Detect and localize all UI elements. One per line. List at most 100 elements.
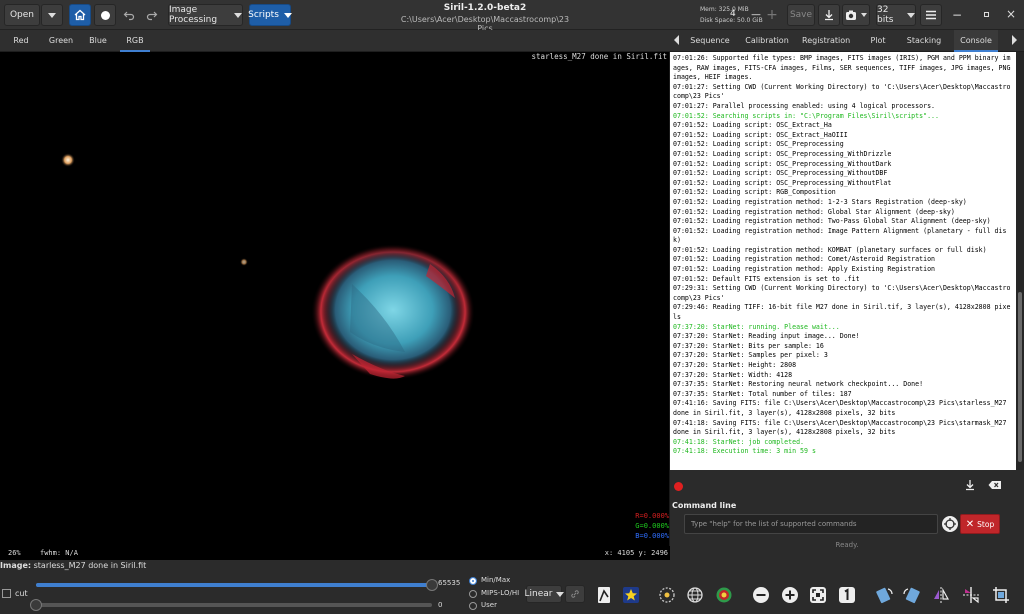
main-menu-button[interactable] <box>920 4 942 26</box>
stretch-label: Linear <box>524 589 553 599</box>
chevron-down-icon <box>555 591 564 597</box>
console-line: 07:37:35: StarNet: Total number of tiles… <box>673 389 852 398</box>
zoom-out-button[interactable] <box>750 584 772 606</box>
high-slider-knob[interactable] <box>426 579 438 591</box>
mode-mips-radio[interactable] <box>469 590 477 598</box>
console-line: 07:01:52: Loading script: OSC_Extract_Ha… <box>673 130 848 139</box>
stat-green: G=0.000% <box>635 522 669 530</box>
mirror-y-button[interactable] <box>960 584 982 606</box>
console-line: 07:01:52: Loading script: OSC_Extract_Ha <box>673 121 832 130</box>
rotate-right-icon <box>903 587 920 604</box>
open-recent-dropdown[interactable] <box>41 4 63 26</box>
rotate-right-button[interactable] <box>901 584 923 606</box>
download-icon <box>825 10 833 21</box>
save-button[interactable]: Save <box>787 4 815 26</box>
annotate-button[interactable] <box>684 584 706 606</box>
zoom-one-button[interactable] <box>836 584 858 606</box>
crop-icon <box>993 587 1009 603</box>
tab-stacking[interactable]: Stacking <box>904 30 944 52</box>
close-icon: ✕ <box>965 518 975 530</box>
tab-calibration[interactable]: Calibration <box>744 30 790 52</box>
image-viewer[interactable]: starless_M27 done in Siril.fit R=0.000% … <box>0 52 670 546</box>
star-color-icon <box>623 587 639 603</box>
console-line: 07:37:20: StarNet: Width: 4128 <box>673 370 793 379</box>
save-as-button[interactable] <box>818 4 840 26</box>
console-line: 07:01:52: Loading script: OSC_Preprocess… <box>673 178 892 187</box>
target-button[interactable] <box>713 584 735 606</box>
minus-icon[interactable]: − <box>748 6 764 24</box>
cut-label: cut <box>15 589 28 598</box>
mode-minmax-label: Min/Max <box>481 576 511 584</box>
console-line: 07:29:31: Setting CWD (Current Working D… <box>673 284 1011 302</box>
minimize-icon[interactable]: − <box>950 8 964 22</box>
nebula-image <box>61 153 475 380</box>
command-help-button[interactable] <box>942 516 958 532</box>
save-log-button[interactable] <box>964 479 976 494</box>
high-slider[interactable] <box>36 579 438 591</box>
scripts-label: Scripts <box>248 10 279 20</box>
link-icon <box>571 590 579 598</box>
fwhm-readout: fwhm: N/A <box>40 549 78 557</box>
tab-registration[interactable]: Registration <box>802 30 850 52</box>
console-scrollbar[interactable] <box>1016 52 1024 470</box>
tab-sequence[interactable]: Sequence <box>690 30 730 52</box>
mode-user-label: User <box>481 601 497 609</box>
crop-button[interactable] <box>990 584 1012 606</box>
console-line: 07:01:52: Loading script: OSC_Preprocess… <box>673 159 892 168</box>
console-line: 07:29:46: Reading TIFF: 16-bit file M27 … <box>673 303 1011 322</box>
scripts-menu[interactable]: Scripts <box>248 4 292 26</box>
tab-green[interactable]: Green <box>44 30 78 52</box>
tab-plot[interactable]: Plot <box>866 30 890 52</box>
image-processing-menu[interactable]: Image Processing <box>168 4 243 26</box>
mirror-x-button[interactable] <box>930 584 952 606</box>
cut-checkbox[interactable] <box>2 589 11 598</box>
mode-minmax-radio[interactable] <box>469 577 477 585</box>
open-label: Open <box>9 10 35 20</box>
open-button[interactable]: Open <box>4 4 40 26</box>
undo-button[interactable] <box>119 4 139 26</box>
negative-view-button[interactable] <box>593 584 615 606</box>
low-slider[interactable] <box>30 599 432 611</box>
log-color-icon[interactable] <box>674 482 683 491</box>
command-input[interactable] <box>684 514 938 534</box>
mode-user-radio[interactable] <box>469 602 477 610</box>
tab-console[interactable]: Console <box>954 30 998 52</box>
home-button[interactable] <box>69 4 91 26</box>
stretch-select[interactable]: Linear <box>524 585 564 603</box>
plus-icon[interactable]: + <box>764 6 780 24</box>
scrollbar-thumb[interactable] <box>1018 292 1022 462</box>
zoom-level: 26% <box>8 549 21 557</box>
threads-value: 4 <box>730 9 736 19</box>
globe-icon <box>687 587 703 603</box>
false-color-button[interactable] <box>620 584 642 606</box>
close-icon[interactable]: × <box>1004 7 1018 21</box>
photometry-button[interactable] <box>656 584 678 606</box>
livestack-button[interactable] <box>94 4 116 26</box>
maximize-icon[interactable] <box>980 8 992 20</box>
snapshot-button[interactable] <box>842 4 870 26</box>
target-icon <box>716 587 732 603</box>
clear-log-button[interactable] <box>988 480 1002 493</box>
stop-button[interactable]: ✕ Stop <box>960 514 1000 534</box>
console-line: 07:37:20: StarNet: Height: 2808 <box>673 361 797 369</box>
scroll-left-icon[interactable] <box>674 35 679 45</box>
console-log[interactable]: 07:01:26: Supported file types: BMP imag… <box>670 52 1016 470</box>
console-line: 07:01:27: Parallel processing enabled: u… <box>673 101 936 110</box>
chevron-down-icon <box>283 12 292 18</box>
tab-red[interactable]: Red <box>6 30 36 52</box>
zoom-in-button[interactable] <box>779 584 801 606</box>
window-title: Siril-1.2.0-beta2 <box>443 3 527 13</box>
console-line: 07:01:52: Loading registration method: I… <box>673 226 1007 245</box>
zoom-fit-button[interactable] <box>807 584 829 606</box>
low-slider-knob[interactable] <box>30 599 42 611</box>
scroll-right-icon[interactable] <box>1012 35 1017 45</box>
redo-button[interactable] <box>142 4 162 26</box>
tab-blue[interactable]: Blue <box>84 30 112 52</box>
console-line: 07:01:52: Loading script: OSC_Preprocess… <box>673 149 892 158</box>
link-button[interactable] <box>565 585 585 603</box>
rotate-left-button[interactable] <box>873 584 895 606</box>
bit-depth-select[interactable]: 32 bits <box>876 4 916 26</box>
console-line: 07:41:16: Saving FITS: file C:\Users\Ace… <box>673 399 1011 417</box>
console-line: 07:37:20: StarNet: running. Please wait.… <box>673 322 840 331</box>
tab-rgb[interactable]: RGB <box>120 30 150 52</box>
